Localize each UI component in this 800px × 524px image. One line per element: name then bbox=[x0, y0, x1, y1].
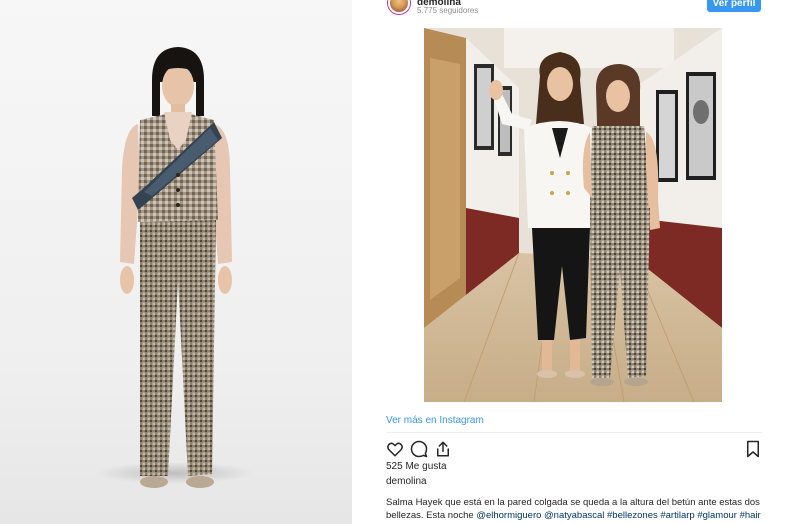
view-more-link[interactable]: Ver más en Instagram bbox=[386, 415, 484, 426]
like-count[interactable]: 525 Me gusta bbox=[386, 461, 447, 472]
fashion-photo bbox=[0, 0, 352, 524]
heart-icon[interactable] bbox=[386, 440, 404, 458]
avatar[interactable] bbox=[388, 0, 410, 14]
bookmark-icon[interactable] bbox=[744, 440, 762, 458]
comment-icon[interactable] bbox=[410, 440, 428, 458]
post-header: demolina 5.775 seguidores Ver perfil bbox=[352, 0, 800, 22]
post-caption: Salma Hayek que está en la pared colgada… bbox=[386, 496, 766, 522]
view-profile-button[interactable]: Ver perfil bbox=[707, 0, 761, 12]
followers-count: 5.775 seguidores bbox=[417, 6, 479, 15]
instagram-embed: demolina 5.775 seguidores Ver perfil Ver… bbox=[352, 0, 800, 524]
model-illustration bbox=[120, 47, 232, 488]
post-photo-illustration bbox=[424, 28, 722, 402]
post-actions bbox=[386, 440, 762, 460]
divider bbox=[386, 432, 762, 433]
share-icon[interactable] bbox=[434, 440, 452, 458]
caption-hashtags[interactable]: @elhormiguero @natyabascal #bellezones #… bbox=[476, 510, 760, 521]
post-photo[interactable] bbox=[424, 28, 722, 402]
post-author[interactable]: demolina bbox=[386, 476, 427, 487]
